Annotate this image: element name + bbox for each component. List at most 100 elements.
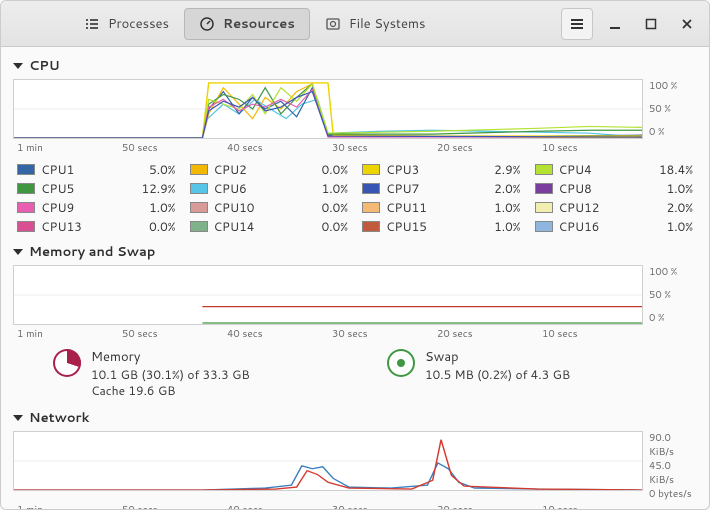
cpu-pct: 2.0%: [481, 180, 521, 197]
cpu-legend-item[interactable]: CPU5 12.9%: [17, 180, 176, 197]
cpu-name: CPU11: [386, 199, 475, 216]
gauge-icon: [199, 16, 215, 32]
cpu-pct: 1.0%: [653, 218, 693, 235]
cpu-name: CPU16: [559, 218, 648, 235]
titlebar: Processes Resources File Systems: [1, 1, 709, 47]
memory-chart: [13, 265, 643, 325]
network-chart: [13, 431, 643, 491]
cpu-legend-grid: CPU15.0%CPU20.0%CPU32.9%CPU418.4%CPU512.…: [13, 155, 697, 237]
section-title: Memory and Swap: [29, 243, 155, 261]
tab-label: Resources: [223, 15, 295, 33]
cpu-name: CPU15: [386, 218, 475, 235]
cpu-xaxis: 1 min 50 secs 40 secs 30 secs 20 secs 10…: [13, 139, 697, 155]
cpu-pct: 0.0%: [308, 218, 348, 235]
cpu-pct: 1.0%: [481, 218, 521, 235]
content-area: CPU 100 % 50 % 0 %: [1, 47, 709, 509]
cpu-swatch: [362, 164, 380, 175]
cpu-swatch: [535, 221, 553, 232]
memory-cache: Cache 19.6 GB: [91, 383, 250, 399]
section-header-network[interactable]: Network: [13, 409, 697, 427]
maximize-icon: [645, 18, 657, 30]
tab-processes[interactable]: Processes: [69, 8, 184, 40]
tab-resources[interactable]: Resources: [184, 8, 310, 40]
tab-filesystems[interactable]: File Systems: [310, 8, 441, 40]
cpu-swatch: [190, 183, 208, 194]
cpu-legend-item[interactable]: CPU111.0%: [362, 199, 521, 216]
hamburger-icon: [569, 16, 585, 32]
cpu-legend-item[interactable]: CPU6 1.0%: [190, 180, 349, 197]
swap-label: Swap: [425, 349, 570, 367]
cpu-swatch: [17, 221, 35, 232]
cpu-pct: 1.0%: [136, 199, 176, 216]
memory-label: Memory: [91, 349, 250, 367]
swap-pie-icon: [387, 349, 415, 377]
section-title: CPU: [29, 57, 60, 75]
cpu-pct: 12.9%: [136, 180, 176, 197]
cpu-swatch: [362, 221, 380, 232]
disclosure-triangle-icon: [13, 63, 23, 69]
cpu-legend-item[interactable]: CPU15 1.0%: [362, 218, 521, 235]
list-icon: [84, 16, 100, 32]
disclosure-triangle-icon: [13, 415, 23, 421]
swap-indicator: Swap 10.5 MB (0.2%) of 4.3 GB: [387, 349, 697, 383]
cpu-pct: 0.0%: [136, 218, 176, 235]
cpu-legend-item[interactable]: CPU13 0.0%: [17, 218, 176, 235]
cpu-name: CPU13: [41, 218, 130, 235]
cpu-swatch: [17, 202, 35, 213]
cpu-name: CPU5: [41, 180, 130, 197]
cpu-swatch: [535, 164, 553, 175]
cpu-name: CPU1: [41, 161, 130, 178]
cpu-pct: 2.9%: [481, 161, 521, 178]
cpu-name: CPU10: [214, 199, 303, 216]
cpu-legend-item[interactable]: CPU91.0%: [17, 199, 176, 216]
cpu-swatch: [535, 202, 553, 213]
memory-xaxis: 1 min 50 secs 40 secs 30 secs 20 secs 10…: [13, 325, 697, 341]
cpu-yaxis: 100 % 50 % 0 %: [649, 79, 697, 139]
cpu-chart: [13, 79, 643, 139]
minimize-icon: [609, 18, 621, 30]
cpu-name: CPU4: [559, 161, 648, 178]
cpu-pct: 2.0%: [653, 199, 693, 216]
cpu-legend-item[interactable]: CPU122.0%: [535, 199, 694, 216]
memory-pie-icon: [53, 349, 81, 377]
swap-usage: 10.5 MB (0.2%) of 4.3 GB: [425, 367, 570, 383]
hamburger-menu-button[interactable]: [561, 8, 593, 40]
cpu-legend-item[interactable]: CPU4 18.4%: [535, 161, 694, 178]
cpu-name: CPU8: [559, 180, 648, 197]
section-header-memory[interactable]: Memory and Swap: [13, 243, 697, 261]
cpu-pct: 0.0%: [308, 199, 348, 216]
section-title: Network: [29, 409, 89, 427]
cpu-pct: 18.4%: [653, 161, 693, 178]
cpu-name: CPU2: [214, 161, 303, 178]
cpu-swatch: [17, 183, 35, 194]
cpu-swatch: [190, 221, 208, 232]
memory-indicator: Memory 10.1 GB (30.1%) of 33.3 GB Cache …: [53, 349, 363, 399]
cpu-legend-item[interactable]: CPU16 1.0%: [535, 218, 694, 235]
cpu-name: CPU3: [386, 161, 475, 178]
cpu-legend-item[interactable]: CPU20.0%: [190, 161, 349, 178]
cpu-legend-item[interactable]: CPU72.0%: [362, 180, 521, 197]
cpu-swatch: [362, 183, 380, 194]
tab-label: File Systems: [349, 15, 426, 33]
tab-label: Processes: [108, 15, 169, 33]
cpu-legend-item[interactable]: CPU15.0%: [17, 161, 176, 178]
minimize-button[interactable]: [601, 10, 629, 38]
close-icon: [681, 18, 693, 30]
close-button[interactable]: [673, 10, 701, 38]
cpu-legend-item[interactable]: CPU3 2.9%: [362, 161, 521, 178]
disclosure-triangle-icon: [13, 249, 23, 255]
cpu-legend-item[interactable]: CPU8 1.0%: [535, 180, 694, 197]
maximize-button[interactable]: [637, 10, 665, 38]
cpu-legend-item[interactable]: CPU14 0.0%: [190, 218, 349, 235]
cpu-swatch: [190, 202, 208, 213]
memory-yaxis: 100 % 50 % 0 %: [649, 265, 697, 325]
cpu-pct: 1.0%: [308, 180, 348, 197]
network-yaxis: 90.0 KiB/s 45.0 KiB/s 0 bytes/s: [649, 431, 697, 501]
memory-usage: 10.1 GB (30.1%) of 33.3 GB: [91, 367, 250, 383]
cpu-name: CPU14: [214, 218, 303, 235]
cpu-name: CPU6: [214, 180, 303, 197]
cpu-pct: 1.0%: [653, 180, 693, 197]
cpu-legend-item[interactable]: CPU10 0.0%: [190, 199, 349, 216]
section-header-cpu[interactable]: CPU: [13, 57, 697, 75]
network-xaxis: 1 min 50 secs 40 secs 30 secs 20 secs 10…: [13, 501, 697, 509]
